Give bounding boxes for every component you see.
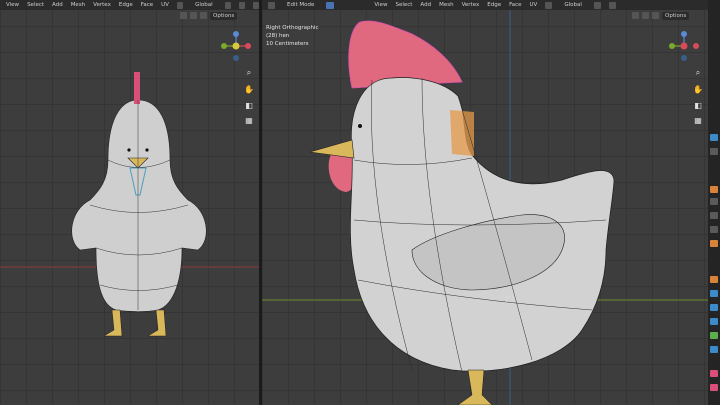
texture-properties-icon[interactable] <box>710 370 718 377</box>
material-properties-icon[interactable] <box>710 346 718 353</box>
axis-gizmo <box>221 31 251 61</box>
zoom-icon[interactable]: ⌕ <box>692 67 704 79</box>
zoom-icon[interactable]: ⌕ <box>243 67 255 79</box>
modifier-properties-icon[interactable] <box>710 276 718 283</box>
tool-properties-icon[interactable] <box>710 134 718 141</box>
particle-properties-icon[interactable] <box>710 290 718 297</box>
shader-properties-icon[interactable] <box>710 384 718 391</box>
object-properties-icon[interactable] <box>710 240 718 247</box>
axis-gizmo <box>669 31 699 61</box>
hand-icon[interactable]: ✋ <box>692 83 704 95</box>
hand-icon[interactable]: ✋ <box>243 83 255 95</box>
data-properties-icon[interactable] <box>710 332 718 339</box>
hen-front-model <box>71 72 207 337</box>
left-viewport[interactable]: View Select Add Mesh Vertex Edge Face UV… <box>0 0 259 405</box>
physics-properties-icon[interactable] <box>710 304 718 311</box>
view-layer-properties-icon[interactable] <box>710 198 718 205</box>
grid-icon[interactable]: ▦ <box>692 114 704 126</box>
world-properties-icon[interactable] <box>710 226 718 233</box>
grid-icon[interactable]: ▦ <box>243 114 255 126</box>
scene-properties-icon[interactable] <box>710 212 718 219</box>
hen-side-model <box>309 20 615 405</box>
camera-icon[interactable]: ◧ <box>692 99 704 111</box>
constraint-properties-icon[interactable] <box>710 318 718 325</box>
render-properties-icon[interactable] <box>710 148 718 155</box>
right-viewport[interactable]: Edit Mode View Select Add Mesh Vertex Ed… <box>262 0 708 405</box>
camera-icon[interactable]: ◧ <box>243 99 255 111</box>
right-scene <box>262 10 708 405</box>
output-properties-icon[interactable] <box>710 186 718 193</box>
left-scene <box>0 31 259 337</box>
